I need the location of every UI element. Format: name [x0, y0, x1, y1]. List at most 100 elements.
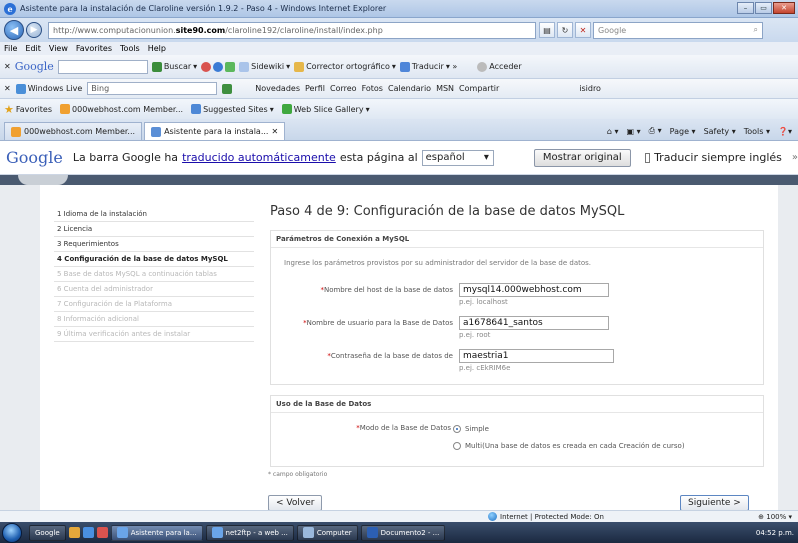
task-documento[interactable]: Documento2 - ...: [360, 524, 446, 541]
quicklaunch-icon-3[interactable]: [96, 527, 108, 538]
traducir-button[interactable]: Traducir ▾ »: [399, 61, 457, 72]
windows-live-label: Windows Live: [27, 84, 83, 93]
sidewiki-label: Sidewiki: [251, 62, 285, 71]
fav-member-link[interactable]: 000webhost.com Member...: [60, 104, 183, 114]
traducir-label: Traducir: [411, 62, 444, 71]
bing-search-icon[interactable]: [222, 83, 233, 94]
back-nav-button[interactable]: ◀: [4, 20, 24, 40]
user-icon: [477, 61, 488, 72]
tab-asistente[interactable]: Asistente para la instala... ✕: [144, 122, 286, 140]
quicklaunch-icon-2[interactable]: [82, 527, 94, 538]
clock[interactable]: 04:52 p.m.: [756, 529, 798, 537]
web-slice-link[interactable]: Web Slice Gallery ▾: [281, 104, 370, 114]
minimize-button[interactable]: –: [737, 2, 754, 14]
toolbar-icon-2: [213, 61, 224, 72]
favorites-button[interactable]: ★ Favorites: [4, 103, 52, 116]
language-select[interactable]: español ▾: [421, 149, 494, 166]
search-icon[interactable]: ⌕: [754, 25, 758, 35]
host-label: *Nombre del host de la base de datos: [320, 286, 453, 294]
close-live-icon[interactable]: ✕: [4, 84, 11, 93]
always-translate-label: Traducir siempre inglés: [654, 151, 782, 164]
url-input[interactable]: http://www.computacionunion. site90.com/c…: [48, 21, 536, 39]
translate-link[interactable]: traducido automáticamente: [182, 151, 336, 164]
safety-menu[interactable]: Safety ▾: [704, 127, 736, 136]
task-asistente[interactable]: Asistente para la...: [110, 524, 203, 541]
help-icon[interactable]: ❓▾: [778, 127, 792, 136]
chevron-down-icon: ▾: [483, 152, 489, 163]
compat-view-button[interactable]: ▤: [539, 22, 555, 38]
menu-file[interactable]: File: [4, 44, 17, 53]
username-input[interactable]: a1678641_santos: [459, 316, 609, 330]
print-icon[interactable]: ⎙ ▾: [649, 126, 662, 136]
show-original-button[interactable]: Mostrar original: [533, 148, 631, 167]
tab-member[interactable]: 000webhost.com Member...: [4, 122, 143, 140]
google-toolbar-search[interactable]: [57, 59, 148, 74]
google-deskbar[interactable]: Google: [29, 524, 66, 541]
radio-simple[interactable]: [453, 425, 461, 433]
sidewiki-button[interactable]: Sidewiki ▾: [239, 61, 290, 72]
forward-nav-button[interactable]: ▶: [26, 22, 42, 38]
zoom-control[interactable]: ⊕ 100% ▾: [758, 513, 792, 521]
task-computer[interactable]: Computer: [296, 524, 358, 541]
refresh-button[interactable]: ↻: [557, 22, 573, 38]
link-novedades[interactable]: Novedades: [255, 84, 300, 93]
feeds-icon[interactable]: ▣ ▾: [627, 127, 641, 136]
link-fotos[interactable]: Fotos: [362, 84, 383, 93]
password-input[interactable]: maestria1: [459, 349, 614, 363]
language-value: español: [425, 152, 465, 163]
stop-button[interactable]: ✕: [575, 22, 591, 38]
close-toolbar-icon[interactable]: ✕: [4, 62, 11, 71]
buscar-button[interactable]: Buscar ▾: [151, 61, 197, 72]
always-translate-checkbox[interactable]: [644, 152, 651, 163]
acceder-button[interactable]: Acceder: [477, 61, 522, 72]
tab-asistente-icon: [151, 126, 162, 137]
menu-edit[interactable]: Edit: [25, 44, 41, 53]
db-usage-section: Uso de la Base de Datos *Modo de la Base…: [270, 395, 764, 467]
menu-bar: File Edit View Favorites Tools Help: [0, 42, 798, 55]
radio-multi[interactable]: [453, 442, 461, 450]
next-button[interactable]: Siguiente >: [680, 495, 749, 510]
link-correo[interactable]: Correo: [330, 84, 357, 93]
radio-simple-row[interactable]: Simple: [453, 425, 489, 433]
password-hint: p.ej. cEkRIM6e: [459, 364, 511, 372]
security-zone[interactable]: Internet | Protected Mode: On: [488, 512, 604, 521]
link-perfil[interactable]: Perfil: [305, 84, 325, 93]
link-calendario[interactable]: Calendario: [388, 84, 431, 93]
link-compartir[interactable]: Compartir: [459, 84, 499, 93]
menu-view[interactable]: View: [49, 44, 68, 53]
task-net2ftp[interactable]: net2ftp - a web ...: [205, 524, 294, 541]
live-user[interactable]: isidro: [579, 84, 601, 93]
home-icon[interactable]: ⌂ ▾: [607, 127, 619, 136]
menu-help[interactable]: Help: [148, 44, 166, 53]
corrector-button[interactable]: Corrector ortográfico ▾: [294, 61, 396, 72]
link-msn[interactable]: MSN: [436, 84, 454, 93]
translate-text-after: esta página al: [339, 151, 418, 164]
task-computer-label: Computer: [316, 528, 352, 537]
tab-close-icon[interactable]: ✕: [271, 127, 278, 136]
search-input[interactable]: Google ⌕: [593, 21, 763, 39]
buscar-icon: [151, 61, 162, 72]
menu-tools[interactable]: Tools: [120, 44, 140, 53]
quicklaunch-icon-1[interactable]: [68, 527, 80, 538]
messenger-icon[interactable]: [564, 84, 574, 94]
page-title: Paso 4 de 9: Configuración de la base de…: [270, 204, 625, 219]
close-button[interactable]: ✕: [773, 2, 795, 14]
host-input[interactable]: mysql14.000webhost.com: [459, 283, 609, 297]
maximize-button[interactable]: ▭: [755, 2, 772, 14]
radio-multi-row[interactable]: Multi(Una base de datos es creada en cad…: [453, 442, 685, 450]
start-button[interactable]: [2, 522, 22, 543]
step-item: 2 Licencia: [54, 222, 254, 237]
tools-menu[interactable]: Tools ▾: [744, 127, 770, 136]
translate-close-icon[interactable]: »: [792, 152, 798, 163]
windows-live-logo[interactable]: Windows Live: [15, 83, 83, 94]
suggested-sites-link[interactable]: Suggested Sites ▾: [191, 104, 274, 114]
toolbar-icons-group[interactable]: [201, 61, 236, 72]
password-label: *Contraseña de la base de datos de: [327, 352, 453, 360]
toolbar-icon-1: [201, 61, 212, 72]
page-menu[interactable]: Page ▾: [670, 127, 696, 136]
menu-favorites[interactable]: Favorites: [76, 44, 112, 53]
toolbar-icon-3: [225, 61, 236, 72]
bing-search-input[interactable]: Bing: [87, 82, 218, 95]
back-button[interactable]: < Volver: [268, 495, 323, 510]
sidewiki-icon: [239, 61, 250, 72]
